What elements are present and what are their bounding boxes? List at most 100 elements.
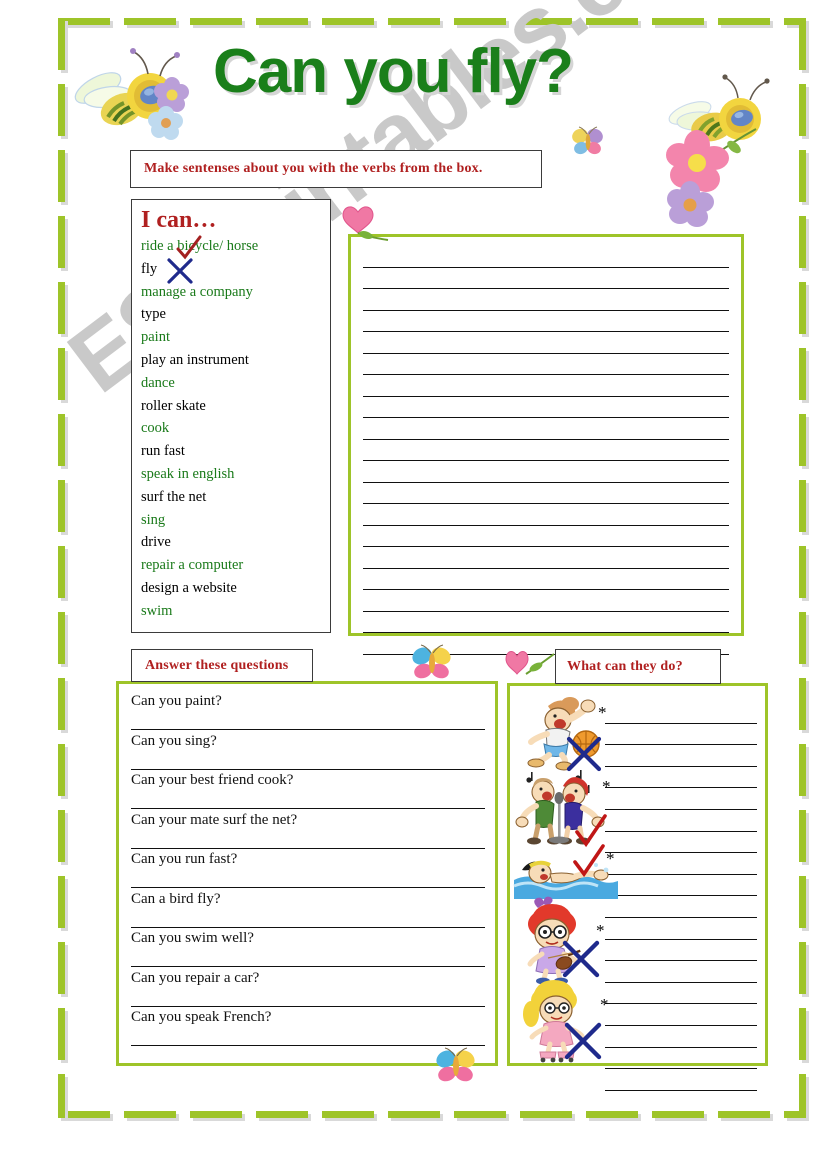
cross-mark-fly xyxy=(167,258,193,284)
answer-line[interactable] xyxy=(131,948,485,967)
question-text: Can your mate surf the net? xyxy=(131,811,298,828)
writing-line[interactable] xyxy=(363,569,729,590)
butterfly-middle-icon xyxy=(408,643,456,683)
answer-line[interactable] xyxy=(131,751,485,770)
what-answer-line[interactable] xyxy=(605,1026,757,1048)
writing-line[interactable] xyxy=(363,612,729,633)
what-answer-line[interactable] xyxy=(605,724,757,746)
writing-line[interactable] xyxy=(363,354,729,375)
instruction-box: Make sentenses about you with the verbs … xyxy=(130,150,542,188)
butterfly-bottom-icon xyxy=(432,1046,480,1086)
answer-line[interactable] xyxy=(131,909,485,928)
question-item: Can you paint? xyxy=(131,691,485,731)
instruction-text: Make sentenses about you with the verbs … xyxy=(144,161,483,176)
question-text: Can your best friend cook? xyxy=(131,772,294,788)
verb-item: surf the net xyxy=(141,488,207,505)
heart-flower-lower-icon xyxy=(505,646,556,682)
what-answer-line[interactable] xyxy=(605,1069,757,1091)
tick-mark-singing xyxy=(574,814,608,848)
writing-line[interactable] xyxy=(363,246,729,268)
what-answer-line[interactable] xyxy=(605,875,757,897)
girl-swimming-picture xyxy=(513,844,618,900)
writing-line[interactable] xyxy=(363,418,729,440)
verb-item: speak in english xyxy=(141,465,235,482)
girl-roller-skating-picture xyxy=(520,978,602,1063)
verb-item: paint xyxy=(141,329,170,346)
what-answer-line[interactable] xyxy=(605,810,757,832)
verb-item: swim xyxy=(141,602,173,619)
what-answer-line[interactable] xyxy=(605,961,757,983)
writing-line[interactable] xyxy=(363,504,729,526)
answer-line[interactable] xyxy=(131,988,485,1007)
what-answer-lines[interactable] xyxy=(605,702,757,1091)
writing-line[interactable] xyxy=(363,397,729,418)
i-can-heading: I can… xyxy=(141,207,217,233)
verb-item: type xyxy=(141,306,166,323)
question-item: Can you sing? xyxy=(131,731,485,771)
writing-line[interactable] xyxy=(363,590,729,612)
answer-line[interactable] xyxy=(131,1027,485,1046)
question-item: Can you swim well? xyxy=(131,928,485,968)
what-answer-line[interactable] xyxy=(605,1004,757,1026)
writing-line[interactable] xyxy=(363,289,729,311)
what-answer-line[interactable] xyxy=(605,853,757,875)
answer-questions-header-box: Answer these questions xyxy=(131,649,313,682)
verb-list-box: I can… ride a bicycle/ horse fly manage a … xyxy=(131,199,331,633)
what-answer-line[interactable] xyxy=(605,788,757,810)
verb-item: repair a computer xyxy=(141,557,244,574)
writing-line[interactable] xyxy=(363,268,729,289)
what-answer-line[interactable] xyxy=(605,940,757,962)
verb-item: cook xyxy=(141,420,170,437)
what-answer-line[interactable] xyxy=(605,767,757,789)
what-answer-line[interactable] xyxy=(605,832,757,854)
cross-mark-basketball xyxy=(566,736,602,772)
verb-item: roller skate xyxy=(141,397,206,414)
cross-mark-skating xyxy=(564,1022,602,1060)
questions-box: Can you paint? Can you sing? Can your best… xyxy=(116,681,498,1066)
answer-line[interactable] xyxy=(131,830,485,849)
boy-playing-basketball-picture xyxy=(518,696,604,772)
writing-line[interactable] xyxy=(363,440,729,461)
what-answer-line[interactable] xyxy=(605,918,757,940)
answer-questions-header-text: Answer these questions xyxy=(145,657,289,673)
question-text: Can you swim well? xyxy=(131,930,254,946)
answer-line[interactable] xyxy=(131,869,485,888)
what-answer-line[interactable] xyxy=(605,702,757,724)
writing-lines-box[interactable] xyxy=(348,234,744,655)
verb-item: ride a bicycle/ horse xyxy=(141,238,259,254)
small-butterfly-title-icon xyxy=(568,125,608,157)
writing-line[interactable] xyxy=(363,461,729,483)
heart-flower-upper-icon xyxy=(342,196,394,244)
verb-item: run fast xyxy=(141,443,185,460)
what-answer-line[interactable] xyxy=(605,983,757,1005)
writing-line[interactable] xyxy=(363,526,729,547)
answer-line[interactable] xyxy=(131,790,485,809)
answer-line[interactable] xyxy=(131,711,485,730)
what-answer-line[interactable] xyxy=(605,745,757,767)
writing-line[interactable] xyxy=(363,483,729,504)
question-item: Can your best friend cook? xyxy=(131,770,485,810)
verb-item: sing xyxy=(141,511,166,528)
couple-singing-karaoke-picture xyxy=(515,770,608,848)
what-can-they-do-header-box: What can they do? xyxy=(555,649,721,684)
writing-line[interactable] xyxy=(363,332,729,354)
question-text: Can you sing? xyxy=(131,732,217,749)
verb-item: dance xyxy=(141,374,175,391)
writing-line[interactable] xyxy=(363,375,729,397)
questions-list: Can you paint? Can you sing? Can your best… xyxy=(131,691,485,1047)
what-can-they-do-header-text: What can they do? xyxy=(567,658,683,674)
question-text: Can you repair a car? xyxy=(131,969,260,986)
verb-item: manage a company xyxy=(141,283,253,300)
page-title: Can you fly? xyxy=(213,37,574,106)
what-answer-line[interactable] xyxy=(605,1048,757,1070)
question-item: Can you repair a car? xyxy=(131,968,485,1008)
writing-line[interactable] xyxy=(363,311,729,332)
bee-with-flowers-right-icon xyxy=(660,65,790,227)
tick-mark-swimming xyxy=(572,844,606,878)
what-answer-line[interactable] xyxy=(605,896,757,918)
verb-item: play an instrument xyxy=(141,351,249,368)
question-text: Can you paint? xyxy=(131,693,222,709)
question-text: Can you speak French? xyxy=(131,1009,272,1025)
bee-with-flowers-left-icon xyxy=(62,33,190,140)
writing-line[interactable] xyxy=(363,547,729,569)
